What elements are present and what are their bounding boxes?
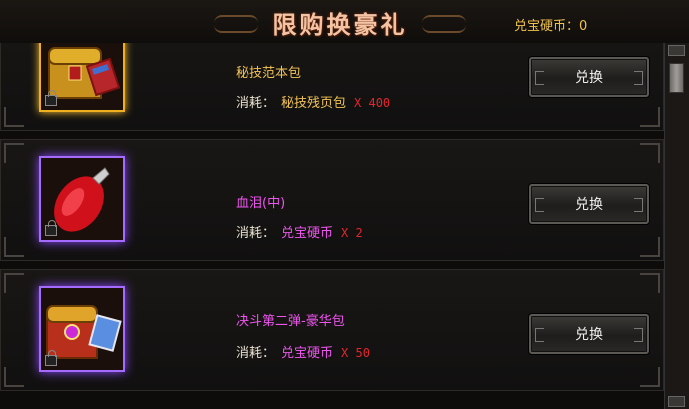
item-name: 决斗第二弹-豪华包: [236, 314, 345, 329]
scrollbar[interactable]: [664, 43, 689, 409]
item-cost: 消耗： 秘技残页包 X 400: [236, 92, 390, 111]
currency-value: 0: [579, 19, 588, 34]
cost-material: 兑宝硬币: [281, 346, 334, 361]
exchange-list: 秘技范本包 消耗： 秘技残页包 X 400 兑换 血泪(中) 消耗： 兑宝硬币 X 2: [0, 43, 664, 409]
item-name: 血泪(中): [236, 196, 286, 211]
frame-corner: [640, 367, 660, 387]
frame-corner: [640, 237, 660, 257]
scroll-down-arrow[interactable]: [668, 396, 685, 407]
item-slot[interactable]: [39, 156, 125, 242]
item-cost: 消耗： 兑宝硬币 X 50: [236, 342, 370, 361]
title-plate: 限购换豪礼: [210, 2, 470, 42]
lock-icon: [45, 220, 57, 236]
cost-label: 消耗：: [236, 96, 276, 111]
list-item: 秘技范本包 消耗： 秘技残页包 X 400 兑换: [0, 43, 664, 131]
item-slot[interactable]: [39, 43, 125, 112]
cost-label: 消耗：: [236, 226, 276, 241]
header-bar: 限购换豪礼 兑宝硬币：0: [0, 0, 689, 44]
frame-corner: [640, 107, 660, 127]
frame-corner: [4, 237, 24, 257]
item-slot[interactable]: [39, 286, 125, 372]
frame-corner: [640, 143, 660, 163]
lock-icon: [45, 90, 57, 106]
button-ornament: [634, 328, 643, 342]
item-name: 秘技范本包: [236, 66, 302, 81]
list-item: 决斗第二弹-豪华包 消耗： 兑宝硬币 X 50 兑换: [0, 269, 664, 391]
exchange-button-label: 兑换: [575, 327, 603, 343]
currency-display: 兑宝硬币：0: [514, 15, 587, 34]
frame-corner: [4, 107, 24, 127]
cost-quantity: X 50: [341, 346, 370, 360]
lock-icon: [45, 350, 57, 366]
button-ornament: [634, 198, 643, 212]
button-ornament: [535, 198, 544, 212]
list-item: 血泪(中) 消耗： 兑宝硬币 X 2 兑换: [0, 139, 664, 261]
button-ornament: [634, 71, 643, 85]
page-title: 限购换豪礼: [272, 9, 408, 39]
cost-material: 兑宝硬币: [281, 226, 334, 241]
cost-label: 消耗：: [236, 346, 276, 361]
title-ornament-left: [214, 15, 258, 33]
cost-material: 秘技残页包: [281, 96, 347, 111]
scroll-thumb[interactable]: [669, 63, 684, 93]
exchange-button[interactable]: 兑换: [529, 314, 649, 354]
frame-corner: [4, 143, 24, 163]
frame-corner: [4, 273, 24, 293]
cost-quantity: X 400: [354, 96, 391, 110]
currency-label: 兑宝硬币：: [514, 19, 580, 34]
item-cost: 消耗： 兑宝硬币 X 2: [236, 222, 363, 241]
frame-corner: [640, 273, 660, 293]
exchange-button[interactable]: 兑换: [529, 184, 649, 224]
frame-corner: [4, 367, 24, 387]
exchange-button-label: 兑换: [575, 70, 603, 86]
button-ornament: [535, 328, 544, 342]
exchange-button[interactable]: 兑换: [529, 57, 649, 97]
scroll-up-arrow[interactable]: [668, 45, 685, 56]
cost-quantity: X 2: [341, 226, 363, 240]
exchange-button-label: 兑换: [575, 197, 603, 213]
title-ornament-right: [422, 15, 466, 33]
button-ornament: [535, 71, 544, 85]
